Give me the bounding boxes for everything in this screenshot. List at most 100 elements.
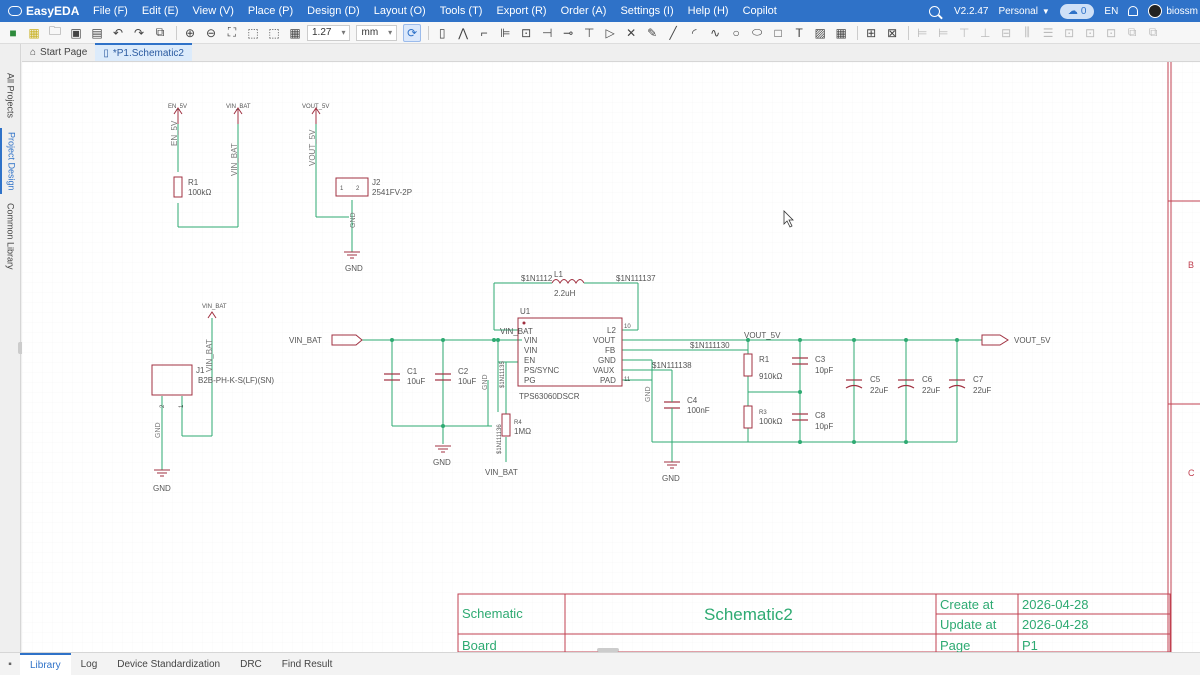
distribute-v-icon[interactable]: ☰ [1039, 24, 1057, 42]
search-icon[interactable] [928, 5, 940, 17]
lock-icon[interactable]: ⊡ [1102, 24, 1120, 42]
net-n112[interactable]: $1N1112 [521, 274, 553, 283]
symbol-icon[interactable]: ⊞ [862, 24, 880, 42]
send-back-icon[interactable]: ⧉ [1144, 24, 1162, 42]
menu-view[interactable]: View (V) [186, 0, 241, 22]
text-icon[interactable]: T [790, 24, 808, 42]
user-name[interactable]: biossm [1166, 6, 1198, 17]
net-flag-vin-bat[interactable]: VIN_BAT [226, 104, 251, 110]
net-flag-en-5v[interactable]: EN_5V [168, 104, 187, 110]
unit-select[interactable]: mm ▾ [356, 24, 398, 41]
tab-drc[interactable]: DRC [230, 653, 272, 675]
grid-size-select[interactable]: 1.27 ▾ [307, 24, 351, 41]
bring-front-icon[interactable]: ⧉ [1123, 24, 1141, 42]
menu-export[interactable]: Export (R) [489, 0, 553, 22]
language-button[interactable]: EN [1104, 6, 1118, 17]
menu-help[interactable]: Help (H) [681, 0, 736, 22]
net-flag-icon[interactable]: ⊣ [538, 24, 556, 42]
menu-copilot[interactable]: Copilot [736, 0, 784, 22]
title-block-title: Schematic2 [704, 605, 793, 624]
footprint-icon[interactable]: ⊠ [883, 24, 901, 42]
bell-icon[interactable] [1128, 6, 1139, 16]
menu-tools[interactable]: Tools (T) [433, 0, 490, 22]
resistor-r3[interactable] [743, 405, 753, 429]
net-label-icon[interactable]: ⊡ [517, 24, 535, 42]
pattern-icon[interactable]: ▦ [25, 24, 43, 42]
component-icon[interactable]: ▯ [433, 24, 451, 42]
tab-start-page[interactable]: ⌂ Start Page [22, 43, 95, 61]
cross-icon[interactable]: ✕ [622, 24, 640, 42]
ungroup-icon[interactable]: ⊡ [1081, 24, 1099, 42]
no-connect-icon[interactable]: ⊸ [559, 24, 577, 42]
redo-icon[interactable]: ↷ [130, 24, 148, 42]
table-icon[interactable]: ▦ [832, 24, 850, 42]
tab-project-design[interactable]: Project Design [0, 128, 21, 194]
rectangle-icon[interactable]: □ [769, 24, 787, 42]
line-icon[interactable]: ╱ [664, 24, 682, 42]
power-flag-icon[interactable]: ⊤ [580, 24, 598, 42]
net-n135[interactable]: $1N11135 [500, 361, 506, 388]
tab-device-standardization[interactable]: Device Standardization [107, 653, 230, 675]
menu-edit[interactable]: Edit (E) [135, 0, 186, 22]
tab-all-projects[interactable]: All Projects [0, 68, 21, 124]
net-n136[interactable]: $1N111136 [497, 424, 503, 454]
wire-icon[interactable]: ⌐ [475, 24, 493, 42]
align-bottom-icon[interactable]: ⊥ [976, 24, 994, 42]
align-top-icon[interactable]: ⊤ [955, 24, 973, 42]
image-icon[interactable]: ▨ [811, 24, 829, 42]
snap-icon[interactable]: ⟳ [403, 23, 422, 42]
menu-file[interactable]: File (F) [86, 0, 135, 22]
menu-settings[interactable]: Settings (I) [613, 0, 680, 22]
ellipse-icon[interactable]: ⬭ [748, 24, 766, 42]
tab-find-result[interactable]: Find Result [272, 653, 343, 675]
zoom-area-icon[interactable]: ⬚ [244, 24, 262, 42]
net-n137[interactable]: $1N111137 [616, 274, 656, 283]
tab-log[interactable]: Log [71, 653, 108, 675]
distribute-h-icon[interactable]: ⫼ [1018, 24, 1036, 42]
save-all-icon[interactable]: ▤ [88, 24, 106, 42]
circle-icon[interactable]: ○ [727, 24, 745, 42]
copy-icon[interactable]: ⧉ [151, 24, 169, 42]
net-n138[interactable]: $1N111138 [652, 361, 692, 370]
net-label-vout-5v[interactable]: VOUT_5V [308, 129, 317, 166]
group-icon[interactable]: ⊡ [1060, 24, 1078, 42]
app-logo[interactable]: EasyEDA [0, 4, 86, 18]
new-project-icon[interactable]: ■ [4, 24, 22, 42]
tab-common-library[interactable]: Common Library [0, 200, 21, 272]
grid-icon[interactable]: ▦ [286, 24, 304, 42]
pencil-icon[interactable]: ✎ [643, 24, 661, 42]
schematic-drawing[interactable]: B C EN_5V VIN_BAT VOUT_5V EN_5V VIN_BAT … [22, 62, 1200, 652]
net-flag-vin-bat-j1[interactable]: VIN_BAT [202, 304, 227, 310]
arc-icon[interactable]: ◜ [685, 24, 703, 42]
cloud-sync-button[interactable]: ☁ 0 [1059, 3, 1095, 19]
align-right-icon[interactable]: ⊨ [934, 24, 952, 42]
avatar[interactable] [1148, 4, 1163, 18]
menu-design[interactable]: Design (D) [300, 0, 367, 22]
zoom-selection-icon[interactable]: ⬚ [265, 24, 283, 42]
net-n130[interactable]: $1N111130 [690, 341, 730, 350]
align-center-icon[interactable]: ⊟ [997, 24, 1015, 42]
undo-icon[interactable]: ↶ [109, 24, 127, 42]
schematic-canvas[interactable]: B C EN_5V VIN_BAT VOUT_5V EN_5V VIN_BAT … [22, 62, 1200, 652]
menu-layout[interactable]: Layout (O) [367, 0, 433, 22]
net-label-en-5v[interactable]: EN_5V [170, 120, 179, 146]
tab-library[interactable]: Library [20, 652, 71, 675]
net-label-vin-bat[interactable]: VIN_BAT [230, 143, 239, 176]
net-port-icon[interactable]: ▷ [601, 24, 619, 42]
open-file-icon[interactable]: 🗀 [46, 24, 64, 42]
zoom-in-icon[interactable]: ⊕ [181, 24, 199, 42]
tab-schematic[interactable]: ▯ *P1.Schematic2 [95, 43, 192, 61]
resistor-r1-feedback[interactable] [743, 353, 753, 377]
bus-icon[interactable]: ⊫ [496, 24, 514, 42]
save-icon[interactable]: ▣ [67, 24, 85, 42]
zoom-out-icon[interactable]: ⊖ [202, 24, 220, 42]
account-select[interactable]: Personal ▼ [998, 6, 1049, 17]
net-flag-vout-5v[interactable]: VOUT_5V [302, 104, 329, 110]
panel-toggle-icon[interactable]: ▪ [0, 659, 20, 670]
menu-order[interactable]: Order (A) [554, 0, 614, 22]
fit-view-icon[interactable]: ⛶ [223, 24, 241, 42]
menu-place[interactable]: Place (P) [241, 0, 300, 22]
align-left-icon[interactable]: ⊨ [913, 24, 931, 42]
resistor-icon[interactable]: ⋀ [454, 24, 472, 42]
bezier-icon[interactable]: ∿ [706, 24, 724, 42]
